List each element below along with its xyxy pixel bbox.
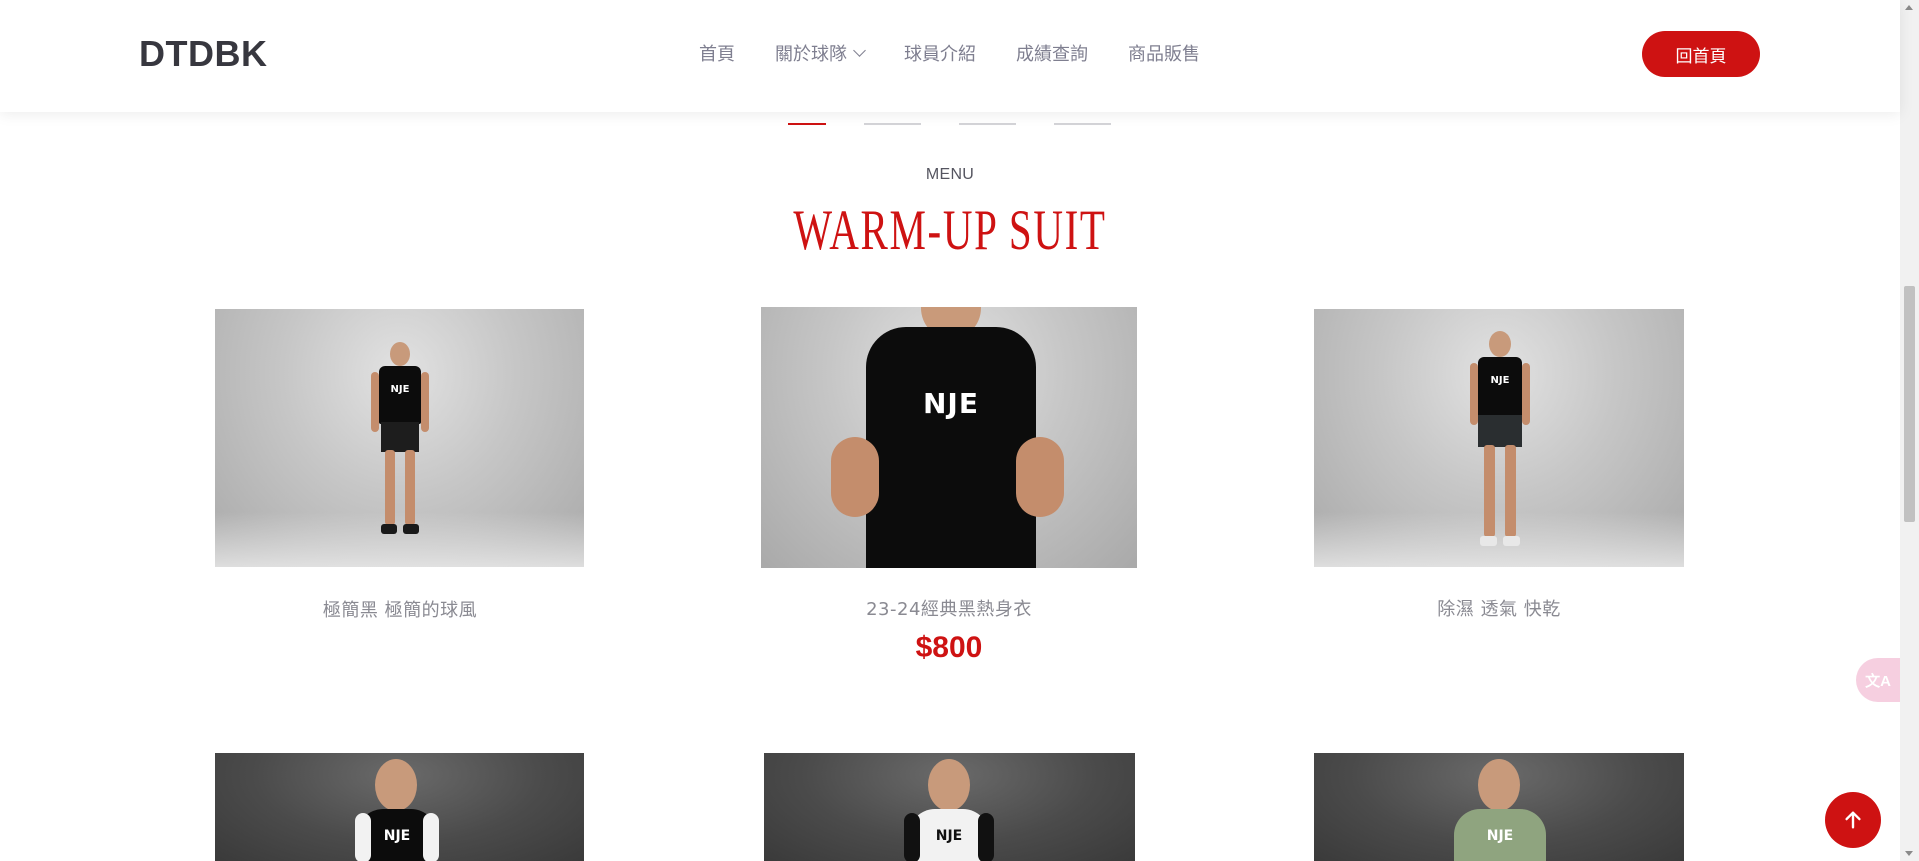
section-title: WARM-UP SUIT [793,197,1107,262]
translate-icon: 文A [1865,672,1891,690]
section-subtitle: MENU [925,166,975,183]
arrow-up-icon [1845,811,1861,829]
nav-label: 成績查詢 [1016,44,1088,65]
product-image[interactable]: NJE [215,753,584,861]
nav-label: 關於球隊 [775,44,847,65]
nav-label: 商品販售 [1128,44,1200,65]
product-name: 極簡黑 極簡的球風 [322,600,478,621]
nav-item-home[interactable]: 首頁 [699,40,735,66]
product-image[interactable]: NJE [1314,309,1684,567]
product-image[interactable]: NJE [761,307,1137,568]
back-to-top-button[interactable] [1825,792,1881,848]
tab-indicator[interactable] [1054,123,1111,125]
product-image[interactable]: NJE [1314,753,1684,861]
model-figure: NJE [215,753,584,861]
scroll-down-icon[interactable] [1905,851,1913,856]
nav-label: 首頁 [699,44,735,65]
chevron-down-icon [853,44,866,57]
tab-indicator[interactable] [864,123,921,125]
product-price: $800 [915,631,983,664]
site-logo[interactable]: DTDBK [139,33,267,75]
nav-item-shop[interactable]: 商品販售 [1128,40,1200,66]
translate-button[interactable]: 文A [1856,658,1900,702]
scroll-up-icon[interactable] [1905,5,1913,10]
model-figure: NJE [371,342,429,552]
model-figure: NJE [764,753,1135,861]
menu-tab-indicators [0,123,1900,125]
model-figure: NJE [761,307,1137,568]
page-scrollbar[interactable] [1900,0,1919,861]
nav-item-about-team[interactable]: 關於球隊 [775,40,866,66]
site-header: DTDBK 首頁 關於球隊 球員介紹 成績查詢 商品販售 回首頁 [0,0,1900,112]
product-name: 除濕 透氣 快乾 [1437,599,1561,620]
model-figure: NJE [1314,753,1684,861]
home-button[interactable]: 回首頁 [1642,31,1760,77]
model-figure: NJE [1470,331,1530,553]
tab-indicator-active[interactable] [788,123,826,125]
product-image[interactable]: NJE [215,309,584,567]
product-name: 23-24經典黑熱身衣 [866,599,1032,620]
nav-item-players[interactable]: 球員介紹 [904,40,976,66]
nav-label: 球員介紹 [904,44,976,65]
tab-indicator[interactable] [959,123,1016,125]
scroll-thumb[interactable] [1904,286,1915,522]
nav-item-results[interactable]: 成績查詢 [1016,40,1088,66]
product-image[interactable]: NJE [764,753,1135,861]
main-nav: 首頁 關於球隊 球員介紹 成績查詢 商品販售 [699,40,1200,66]
